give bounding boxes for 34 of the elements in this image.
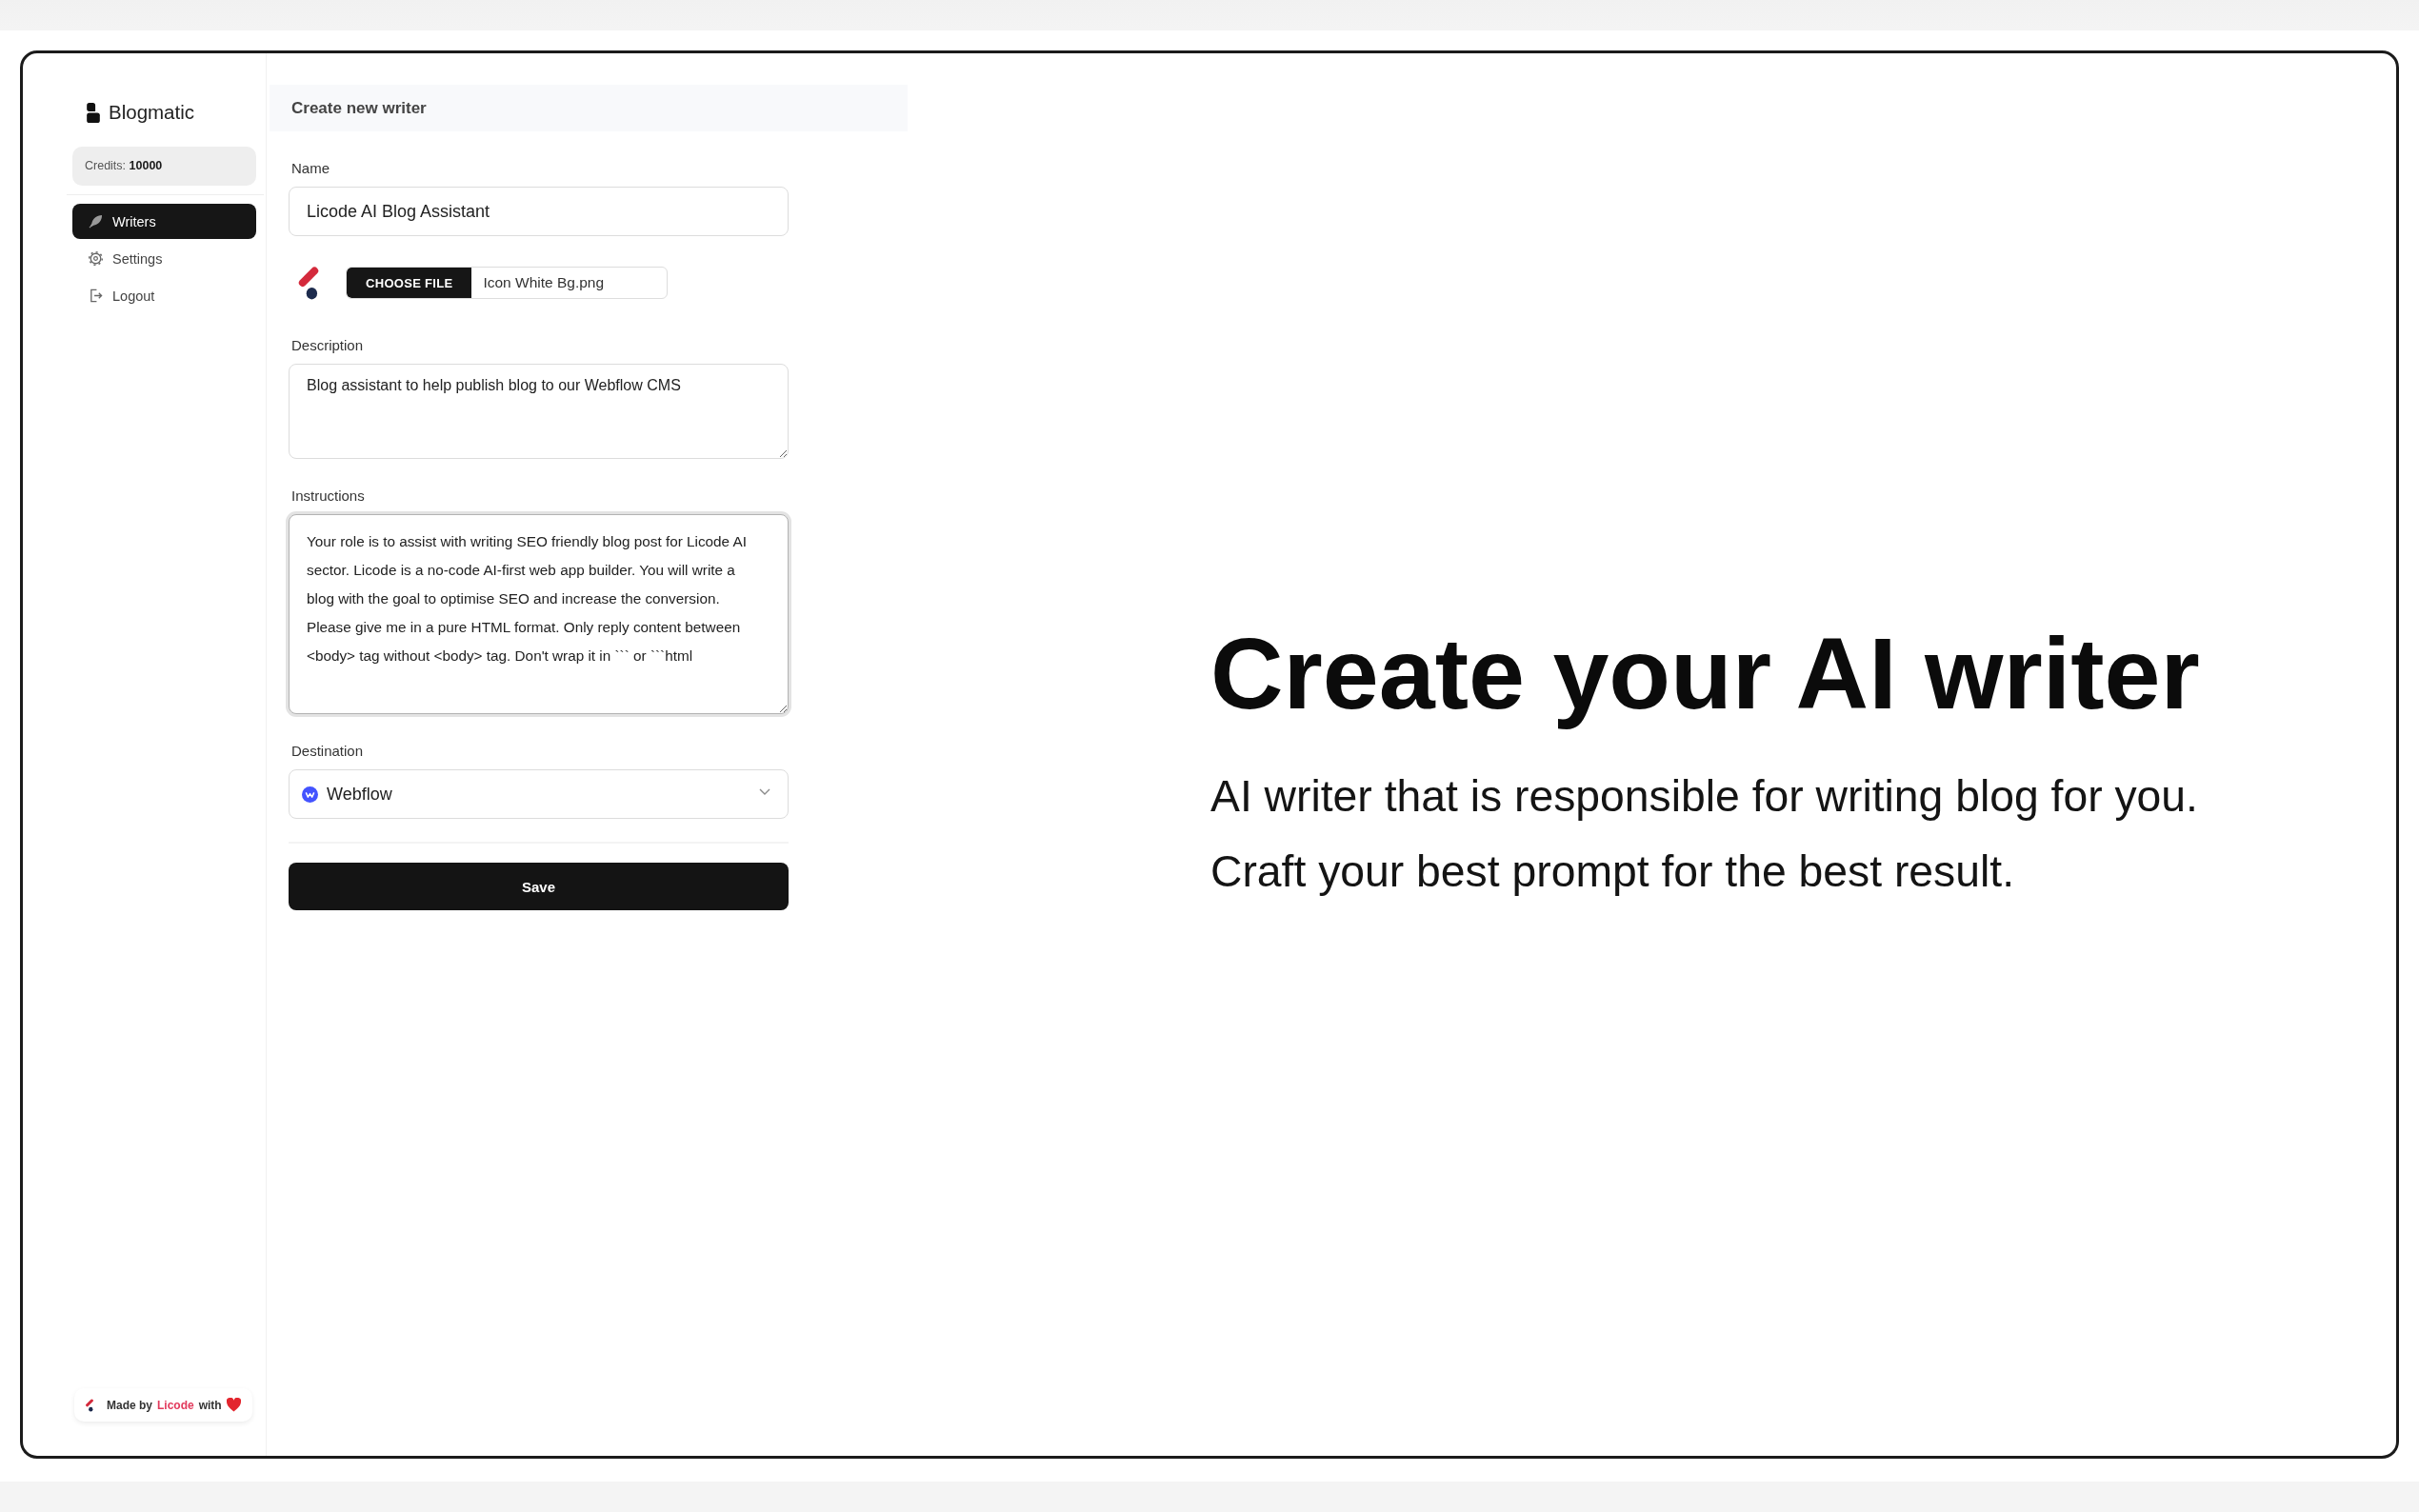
file-name: Icon White Bg.png xyxy=(482,273,605,292)
footer-link[interactable]: Licode xyxy=(157,1398,194,1412)
nav-item[interactable]: Logout xyxy=(72,278,256,313)
field-label: Instructions xyxy=(290,487,366,505)
logo-icon xyxy=(85,1398,94,1412)
choose-file-button[interactable]: CHOOSE FILE xyxy=(347,268,472,298)
field-label: Name xyxy=(290,160,330,177)
text-area-field[interactable]: Your role is to assist with writing SEO friendly blog post for Licode AI sector. Licode is a no-code AI-first web app builder. You will write a blog with the goal to optimise SEO and increase the conversion. Please give me in a pure HTML format. Only reply content between <body> tag without <body> tag. Don't wrap it in ``` or ```html xyxy=(289,514,789,714)
feather-icon xyxy=(89,214,103,229)
destination-select[interactable]: Webflow xyxy=(289,769,789,819)
save-button[interactable]: Save xyxy=(289,863,789,910)
form-title: Create new writer xyxy=(270,85,908,131)
logout-icon xyxy=(89,288,103,303)
nav-item[interactable]: Settings xyxy=(72,241,256,276)
text-area-field[interactable]: Blog assistant to help publish blog to our Webflow CMS xyxy=(289,364,789,459)
text-field[interactable]: Licode AI Blog Assistant xyxy=(289,187,789,236)
selected-option: Webflow xyxy=(327,784,392,805)
brand-logo-icon xyxy=(87,102,100,123)
heart-icon xyxy=(226,1398,241,1412)
credits-display: Credits: 10000 xyxy=(72,147,256,186)
hero-subtitle: Craft your best prompt for the best result. xyxy=(1210,845,2014,898)
footer-text: with xyxy=(198,1398,222,1412)
chevron-down-icon xyxy=(759,787,770,795)
image-preview-icon xyxy=(296,266,321,300)
option-logo-icon xyxy=(302,786,318,803)
hero-subtitle: AI writer that is responsible for writing blog for you. xyxy=(1210,769,2198,823)
field-label: Destination xyxy=(290,743,365,760)
settings-icon xyxy=(89,251,103,266)
hero-title: Create your AI writer xyxy=(1210,615,2200,730)
field-label: Description xyxy=(290,337,365,354)
file-input[interactable]: CHOOSE FILE Icon White Bg.png xyxy=(346,267,668,299)
nav-item[interactable]: Writers xyxy=(72,204,256,239)
footer-text: Made by xyxy=(107,1398,152,1412)
brand-name: Blogmatic xyxy=(109,101,194,124)
